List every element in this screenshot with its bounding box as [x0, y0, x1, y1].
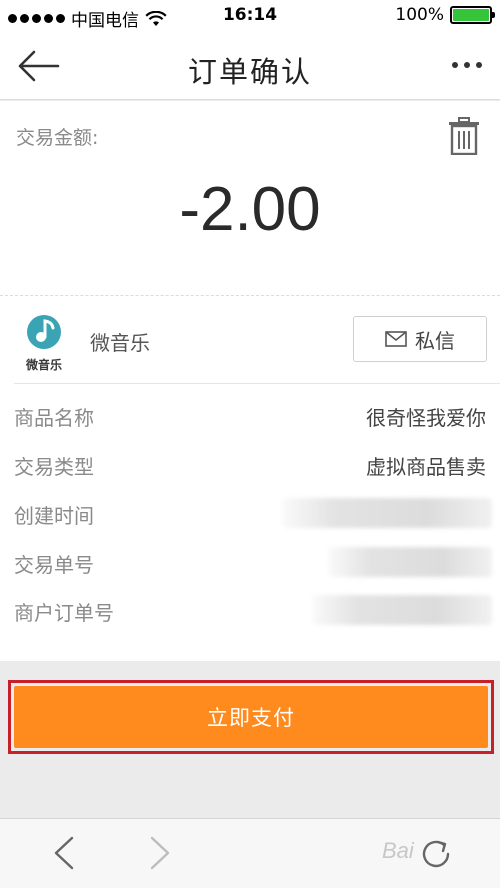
detail-row-created-time: 创建时间: [0, 494, 500, 534]
detail-key: 交易单号: [14, 553, 94, 577]
detail-key: 商户订单号: [14, 601, 114, 625]
pay-now-button[interactable]: 立即支付: [14, 686, 488, 748]
divider: [0, 295, 500, 296]
message-button[interactable]: 私信: [353, 316, 487, 362]
merchant-logo: 微音乐: [22, 313, 66, 372]
receipt-edge: [0, 645, 500, 661]
battery-percent: 100%: [395, 5, 444, 25]
bottom-toolbar: [0, 818, 500, 888]
redacted-value: [328, 547, 492, 577]
chevron-right-icon[interactable]: [146, 835, 174, 871]
detail-row-merchant-order-no: 商户订单号: [0, 591, 500, 631]
detail-value: 虚拟商品售卖: [366, 455, 486, 479]
page-title: 订单确认: [187, 55, 312, 89]
detail-key: 创建时间: [14, 504, 94, 528]
trash-icon[interactable]: [448, 117, 480, 155]
logo-text: 微音乐: [25, 358, 62, 372]
detail-row-product: 商品名称 很奇怪我爱你: [0, 396, 500, 436]
detail-key: 商品名称: [14, 406, 94, 430]
order-amount: -2.00: [179, 175, 321, 244]
battery-icon: [450, 6, 495, 24]
watermark: Bai: [382, 838, 414, 863]
detail-row-type: 交易类型 虚拟商品售卖: [0, 445, 500, 485]
redacted-value: [312, 595, 492, 625]
music-note-icon: [27, 315, 61, 349]
detail-key: 交易类型: [14, 455, 94, 479]
redacted-value: [282, 498, 492, 528]
battery-fill: [453, 9, 489, 21]
status-bar: 中国电信 16:14 100%: [0, 0, 500, 32]
message-button-label: 私信: [415, 328, 455, 353]
detail-value: 很奇怪我爱你: [366, 406, 486, 430]
divider: [14, 383, 500, 384]
refresh-icon[interactable]: [418, 836, 454, 872]
envelope-icon: [385, 331, 407, 347]
more-dots-icon[interactable]: [452, 62, 482, 68]
merchant-name: 微音乐: [90, 331, 150, 355]
order-card: 交易金额: -2.00 微音乐 微音乐 私信 商品名称 很奇怪我爱你 交易类型 …: [0, 101, 500, 661]
status-right: 100%: [395, 5, 495, 25]
detail-row-transaction-no: 交易单号: [0, 543, 500, 583]
chevron-left-icon[interactable]: [50, 835, 78, 871]
amount-label: 交易金额:: [16, 127, 99, 149]
pay-button-highlight: 立即支付: [8, 680, 494, 754]
nav-bar: 订单确认: [0, 32, 500, 100]
